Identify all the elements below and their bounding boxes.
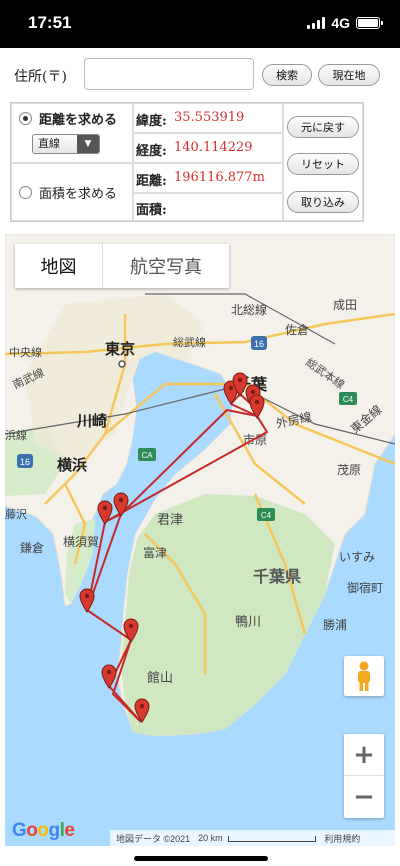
map-label-fujisawa: 藤沢 <box>5 507 27 521</box>
shield-ca: CA <box>138 448 156 461</box>
map-label-yokosuka: 横須賀 <box>63 535 99 549</box>
distance-radio[interactable] <box>19 112 32 125</box>
map-label-onjuku: 御宿町 <box>347 580 383 595</box>
import-button[interactable]: 取り込み <box>287 191 359 213</box>
map-scale[interactable]: 20 km <box>198 833 317 843</box>
map-label-kimitsu: 君津 <box>157 513 183 528</box>
green-boso <box>121 494 335 736</box>
search-button[interactable]: 検索 <box>262 64 312 86</box>
map-label-narita: 成田 <box>333 298 357 312</box>
latitude-row: 緯度: 35.553919 <box>133 103 283 133</box>
line-type-value: 直線 <box>38 137 60 150</box>
area-mode-cell: 面積を求める <box>11 163 133 221</box>
status-indicators: 4G <box>307 15 383 31</box>
home-indicator <box>134 856 268 861</box>
map-label-kamakura: 鎌倉 <box>20 540 44 555</box>
tab-aerial[interactable]: 航空写真 <box>103 244 229 288</box>
map-label-isumi: いすみ <box>339 550 375 564</box>
scale-bar-icon <box>228 835 317 842</box>
distance-result-label: 距離: <box>136 174 167 189</box>
pegman-icon <box>358 661 370 691</box>
map-label-hokuso: 北総線 <box>231 302 267 317</box>
svg-text:CA: CA <box>141 451 153 460</box>
shield-16b: 16 <box>17 454 33 468</box>
distance-result-value: 196116.877m <box>174 170 265 185</box>
tab-map[interactable]: 地図 <box>15 244 103 288</box>
address-input[interactable] <box>84 58 254 90</box>
area-row: 面積: <box>133 193 283 221</box>
action-buttons-cell: 元に戻す リセット 取り込み <box>283 103 363 221</box>
street-view-button[interactable] <box>344 656 384 696</box>
marker-pin <box>79 588 95 613</box>
address-label: 住所(〒) <box>14 69 67 85</box>
map-label-chuo: 中央線 <box>9 345 42 359</box>
svg-text:16: 16 <box>20 457 30 467</box>
map-scale-label: 20 km <box>198 833 223 843</box>
area-radio[interactable] <box>19 186 32 199</box>
minus-icon: − <box>353 782 375 812</box>
map-footer: 地図データ ©2021 20 km 利用規約 <box>110 830 395 846</box>
current-location-button[interactable]: 現在地 <box>318 64 380 86</box>
latitude-label: 緯度: <box>136 114 167 129</box>
distance-mode-cell: 距離を求める 直線 ▼ <box>11 103 133 163</box>
map-label-kawasaki: 川崎 <box>76 412 107 430</box>
battery-icon <box>356 17 383 29</box>
map-view[interactable]: 16 16 C4 C4 CA 北総線 成田 佐倉 中央線 東京 総武線 総武本線 <box>5 234 395 846</box>
network-type: 4G <box>331 15 350 31</box>
terms-link[interactable]: 利用規約 <box>324 832 360 845</box>
shield-c4a: C4 <box>339 392 357 405</box>
map-canvas: 16 16 C4 C4 CA 北総線 成田 佐倉 中央線 東京 総武線 総武本線 <box>5 234 395 737</box>
undo-button[interactable]: 元に戻す <box>287 116 359 138</box>
line-type-select[interactable]: 直線 ▼ <box>32 134 100 154</box>
map-label-hamakawa: 浜線 <box>5 428 27 442</box>
map-data-credit[interactable]: 地図データ ©2021 <box>116 832 190 845</box>
distance-mode-label[interactable]: 距離を求める <box>39 109 117 128</box>
shield-16a: 16 <box>251 336 267 350</box>
google-logo: Google <box>12 820 75 841</box>
longitude-value: 140.114229 <box>174 140 253 155</box>
map-type-tabs: 地図 航空写真 <box>15 244 229 288</box>
cellular-signal-icon <box>307 17 326 29</box>
svg-text:C4: C4 <box>261 511 272 520</box>
map-label-mobara: 茂原 <box>337 463 361 477</box>
zoom-control: + − <box>344 734 384 818</box>
zoom-out-button[interactable]: − <box>344 776 384 818</box>
plus-icon: + <box>353 739 375 770</box>
reset-button[interactable]: リセット <box>287 153 359 175</box>
longitude-label: 経度: <box>136 144 167 159</box>
area-result-label: 面積: <box>136 203 167 218</box>
map-label-chiba-pref: 千葉県 <box>253 567 301 586</box>
marker-pin <box>101 664 117 689</box>
status-time: 17:51 <box>28 13 72 32</box>
distance-row: 距離: 196116.877m <box>133 163 283 193</box>
map-label-yokohama: 横浜 <box>57 456 87 474</box>
map-label-futtsu: 富津 <box>143 545 167 560</box>
map-label-kamogawa: 鴨川 <box>235 615 261 630</box>
map-label-sobu: 総武線 <box>173 335 206 349</box>
svg-text:16: 16 <box>254 339 264 349</box>
shield-c4b: C4 <box>257 508 275 521</box>
zoom-in-button[interactable]: + <box>344 734 384 776</box>
tokyo-station-dot <box>118 360 126 368</box>
latitude-value: 35.553919 <box>174 110 245 125</box>
chevron-down-icon: ▼ <box>77 135 99 153</box>
area-mode-label[interactable]: 面積を求める <box>39 183 117 202</box>
address-search-row: 住所(〒) 検索 現在地 <box>0 48 400 100</box>
map-label-tateyama: 館山 <box>147 671 173 686</box>
map-label-sakura: 佐倉 <box>285 322 309 337</box>
longitude-row: 経度: 140.114229 <box>133 133 283 163</box>
measure-panel: 距離を求める 直線 ▼ 面積を求める 緯度: 35.553919 経度: 140… <box>10 102 364 222</box>
map-label-katsuura: 勝浦 <box>323 617 347 632</box>
map-label-tokyo: 東京 <box>105 340 135 358</box>
svg-text:C4: C4 <box>343 395 354 404</box>
status-bar: 17:51 4G <box>0 0 400 48</box>
